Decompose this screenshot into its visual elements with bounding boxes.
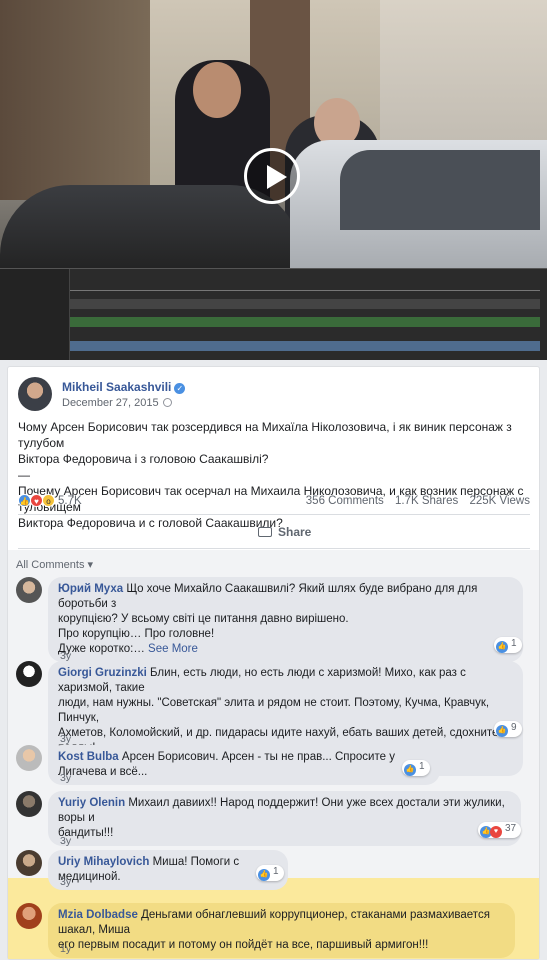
divider <box>18 548 530 549</box>
comment-age[interactable]: 1y <box>60 943 71 955</box>
post-reactions-bar: 👍 ♥ o 5.7K 356 Comments 1.7K Shares 225K… <box>18 492 530 510</box>
play-icon[interactable] <box>244 148 300 204</box>
timeline-track <box>70 299 540 309</box>
author-avatar[interactable] <box>18 377 52 411</box>
like-icon: 👍 <box>496 641 508 653</box>
comment-text: корупцією? У всьому світі це питання дав… <box>58 613 349 625</box>
post-text-separator: — <box>18 468 30 482</box>
comment-reaction-count: 1 <box>419 761 425 772</box>
like-icon: 👍 <box>496 725 508 737</box>
commenter-name[interactable]: Yuriy Olenin <box>58 797 125 809</box>
comment-reactions[interactable]: 👍 9 <box>494 721 522 737</box>
comment-bubble: Mzia Dolbadse Деньгами обнаглевший корру… <box>48 903 515 958</box>
share-button[interactable]: Share <box>258 525 311 539</box>
share-label: Share <box>278 525 312 539</box>
comments-section: All Comments ▾ Юрий Муха Що хоче Михайло… <box>8 550 539 959</box>
comment-reaction-count: 1 <box>511 638 517 649</box>
commenter-avatar[interactable] <box>16 903 42 929</box>
commenter-avatar[interactable] <box>16 577 42 603</box>
comment-reaction-count: 9 <box>511 722 517 733</box>
comment-reactions[interactable]: 👍 1 <box>494 637 522 653</box>
commenter-name[interactable]: Kost Bulba <box>58 751 119 763</box>
see-more-link[interactable]: See More <box>148 643 198 655</box>
post-date-text[interactable]: December 27, 2015 <box>62 397 159 409</box>
globe-icon <box>162 398 172 407</box>
share-icon <box>258 527 272 537</box>
commenter-avatar[interactable] <box>16 850 42 876</box>
commenter-avatar[interactable] <box>16 661 42 687</box>
comment-reaction-count: 1 <box>273 866 279 877</box>
divider <box>18 514 530 515</box>
timeline-track-panel <box>0 269 70 360</box>
verified-badge-icon: ✓ <box>174 383 186 394</box>
timeline-track <box>70 341 540 351</box>
commenter-name[interactable]: Uriy Mihaylovich <box>58 856 149 868</box>
like-icon: 👍 <box>404 764 416 776</box>
commenter-name[interactable]: Mzia Dolbadse <box>58 909 138 921</box>
post-text-line: Чому Арсен Борисович так розсердився на … <box>18 420 512 450</box>
comment-reactions[interactable]: 👍 ♥ 37 <box>478 822 522 838</box>
comments-filter-dropdown[interactable]: All Comments ▾ <box>16 558 93 571</box>
video-scene-person <box>193 62 241 118</box>
like-icon: 👍 <box>258 869 270 881</box>
post-author-name[interactable]: Mikheil Saakashvili <box>62 380 171 394</box>
timeline-ruler <box>70 281 540 291</box>
comment-bubble: Uriy Mihaylovich Миша! Помоги с медицино… <box>48 850 288 890</box>
video-editor-timeline <box>0 268 547 360</box>
comment-age[interactable]: 3y <box>60 733 71 745</box>
comment-text: бандиты!!! <box>58 827 114 839</box>
comment-reactions[interactable]: 👍 1 <box>256 865 284 881</box>
comment-bubble: Yuriy Olenin Михаил давиих!! Народ подде… <box>48 791 521 846</box>
video-scene-car-window <box>340 150 540 230</box>
comment-text: Про корупцію… Про головне! <box>58 628 215 640</box>
commenter-name[interactable]: Юрий Муха <box>58 583 123 595</box>
comments-count[interactable]: 356 Comments <box>306 495 384 507</box>
post-card: Mikheil Saakashvili ✓ December 27, 2015 Ч… <box>7 366 540 960</box>
comment-age[interactable]: 3y <box>60 835 71 847</box>
reaction-count[interactable]: 5.7K <box>58 495 82 507</box>
shares-count[interactable]: 1.7K Shares <box>395 495 458 507</box>
comment-text: его первым посадит и потому он пойдёт на… <box>58 939 429 951</box>
video-player[interactable] <box>0 0 547 360</box>
views-count: 225K Views <box>469 495 530 507</box>
love-icon: ♥ <box>490 826 502 838</box>
post-date[interactable]: December 27, 2015 <box>62 397 172 409</box>
commenter-avatar[interactable] <box>16 791 42 817</box>
comment-reactions[interactable]: 👍 1 <box>402 760 430 776</box>
comment-age[interactable]: 3y <box>60 876 71 888</box>
comment-text: Михаил давиих!! Народ поддержит! Они уже… <box>58 797 505 824</box>
comment-bubble: Юрий Муха Що хоче Михайло Саакашвилі? Як… <box>48 577 523 662</box>
wow-reaction-icon[interactable]: o <box>42 494 55 507</box>
post-author[interactable]: Mikheil Saakashvili ✓ <box>62 380 186 394</box>
comment-text: люди, нам нужны. "Советская" элита и ряд… <box>58 697 490 724</box>
post-stats: 356 Comments 1.7K Shares 225K Views <box>298 495 530 507</box>
commenter-avatar[interactable] <box>16 745 42 771</box>
comment-age[interactable]: 3y <box>60 772 71 784</box>
comment-bubble: Kost Bulba Арсен Борисович. Арсен - ты н… <box>48 745 440 785</box>
post-text-line: Віктора Федоровича і з головою Саакашвіл… <box>18 452 269 466</box>
timeline-track <box>70 317 540 327</box>
comment-reaction-count: 37 <box>505 823 517 834</box>
commenter-name[interactable]: Giorgi Gruzinzki <box>58 667 147 679</box>
